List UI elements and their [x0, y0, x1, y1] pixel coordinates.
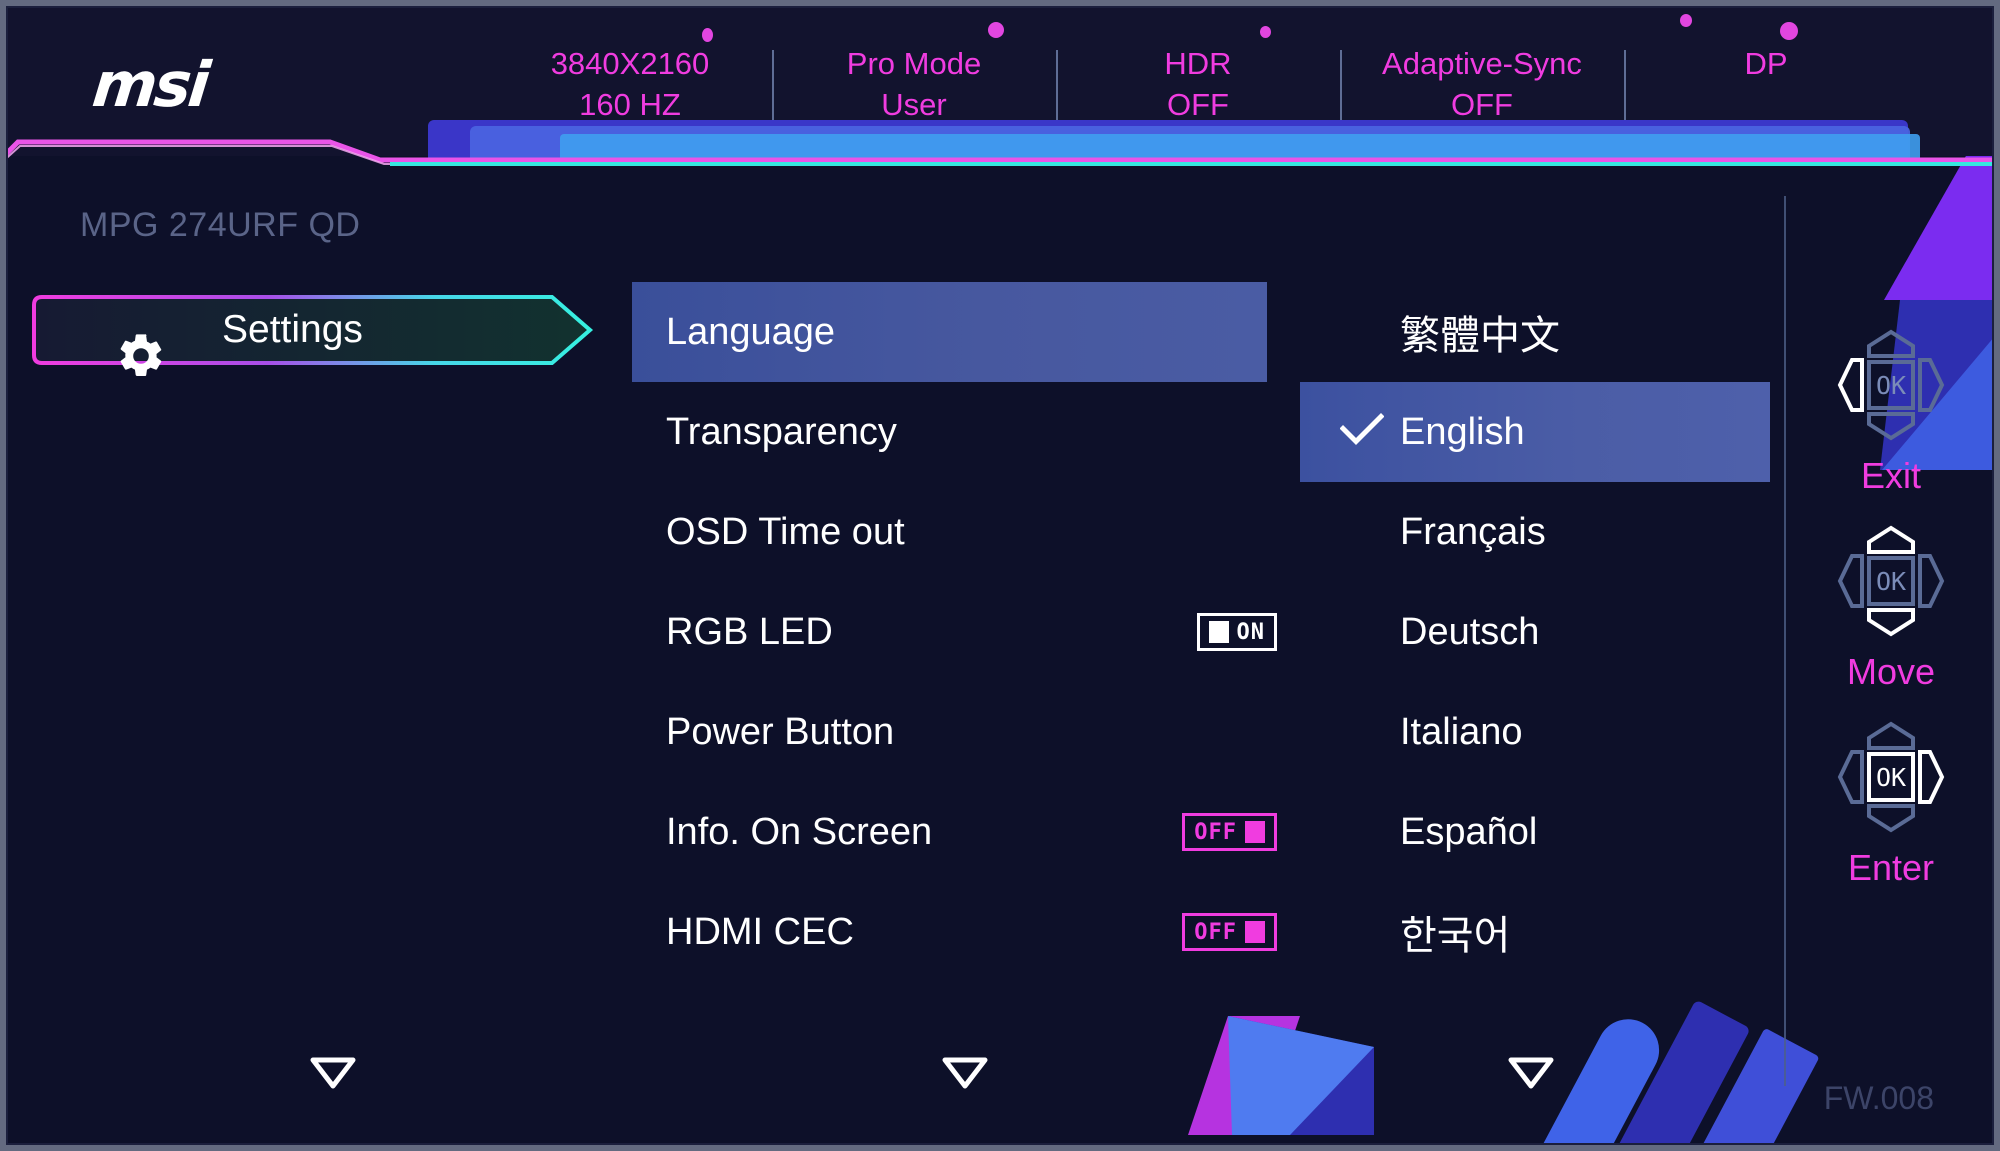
language-option-label: Français [1400, 510, 1546, 553]
language-option-label: Deutsch [1400, 610, 1540, 653]
language-option-label: 繁體中文 [1400, 313, 1560, 359]
toggle-indicator-square [1245, 921, 1265, 943]
language-option-english[interactable]: English [1300, 382, 1770, 482]
toggle-badge-text: OFF [1194, 819, 1237, 845]
language-option-label: Italiano [1400, 710, 1523, 753]
menu-item-transparency[interactable]: Transparency [632, 382, 1267, 482]
menu-item-language[interactable]: Language [632, 282, 1267, 382]
neon-divider [0, 120, 2000, 166]
toggle-badge-on[interactable]: ON [1196, 613, 1277, 651]
sidebar-item-label: Settings [222, 308, 363, 351]
control-hint-label: Move [1846, 651, 1936, 692]
menu-item-label: Transparency [666, 410, 897, 453]
toggle-badge-text: ON [1236, 619, 1265, 645]
toggle-badge-off[interactable]: OFF [1182, 813, 1277, 851]
osd-screen: msi 3840X2160 160 HZ Pro Mode User HDR O… [0, 0, 2000, 1151]
model-name: MPG 274URF QD [80, 206, 361, 244]
control-hint-label: Exit [1860, 455, 1921, 496]
header-item-line1: 3840X2160 [550, 46, 710, 81]
language-option-traditional-chinese[interactable]: 繁體中文 [1300, 282, 1770, 382]
language-option-label: 한국어 [1400, 913, 1511, 959]
menu-item-label: Power Button [666, 710, 895, 753]
menu-item-label: Info. On Screen [666, 810, 933, 853]
decor-dot [702, 28, 713, 42]
menu-item-rgb-led[interactable]: RGB LED ON [632, 582, 1277, 682]
menu-item-label: RGB LED [666, 610, 833, 653]
menu-item-label: OSD Time out [666, 510, 905, 553]
decor-dot [1260, 26, 1271, 38]
menu-item-hdmi-cec[interactable]: HDMI CEC OFF [632, 882, 1277, 982]
control-hint-move[interactable]: OK Move [1800, 522, 1982, 693]
msi-logo: msi [89, 48, 211, 121]
language-option-label: English [1400, 410, 1525, 453]
svg-text:OK: OK [1876, 567, 1906, 596]
language-option-list: 繁體中文 English Français Deutsch Italiano E… [1300, 282, 1770, 982]
header-item-line1: Pro Mode [846, 46, 982, 81]
header-item-line1: Adaptive-Sync [1382, 46, 1582, 81]
dpad-ok-right-icon: OK [1837, 721, 1945, 833]
toggle-badge-text: OFF [1194, 919, 1237, 945]
svg-text:OK: OK [1876, 371, 1906, 400]
control-hint-label: Enter [1847, 847, 1935, 888]
language-option-french[interactable]: Français [1300, 482, 1770, 582]
dpad-left-icon: OK [1837, 329, 1945, 441]
toggle-indicator-square [1208, 621, 1229, 643]
menu-item-power-button[interactable]: Power Button [632, 682, 1267, 782]
scroll-down-icon-menu[interactable] [942, 1056, 988, 1095]
decor-dot [1780, 22, 1798, 40]
dpad-updown-icon: OK [1837, 525, 1945, 637]
scroll-down-icon-languages[interactable] [1508, 1056, 1554, 1095]
language-option-spanish[interactable]: Español [1300, 782, 1770, 882]
toggle-badge-off[interactable]: OFF [1182, 913, 1277, 951]
control-hint-enter[interactable]: OK Enter [1800, 718, 1982, 889]
menu-item-info-on-screen[interactable]: Info. On Screen OFF [632, 782, 1277, 882]
language-option-label: Español [1400, 810, 1538, 853]
menu-item-osd-time-out[interactable]: OSD Time out [632, 482, 1267, 582]
toggle-indicator-square [1245, 821, 1265, 843]
language-option-german[interactable]: Deutsch [1300, 582, 1770, 682]
language-option-korean[interactable]: 한국어 [1300, 882, 1770, 982]
header-item-line1: HDR [1164, 46, 1232, 81]
firmware-version: FW.008 [1823, 1080, 1934, 1116]
header-item-line1: DP [1744, 46, 1788, 81]
menu-item-label: Language [666, 310, 836, 353]
vertical-divider [1784, 196, 1786, 1086]
svg-text:OK: OK [1876, 763, 1906, 792]
scroll-down-icon-sidebar[interactable] [310, 1056, 356, 1095]
control-hint-exit[interactable]: OK Exit [1800, 326, 1982, 497]
decor-dot [988, 22, 1004, 38]
decor-dot [1680, 14, 1692, 27]
menu-item-label: HDMI CEC [666, 910, 854, 953]
check-icon [1339, 412, 1385, 452]
sidebar-item-settings[interactable]: Settings [30, 285, 600, 377]
settings-menu-list: Language Transparency OSD Time out RGB L… [632, 282, 1277, 982]
language-option-italian[interactable]: Italiano [1300, 682, 1770, 782]
